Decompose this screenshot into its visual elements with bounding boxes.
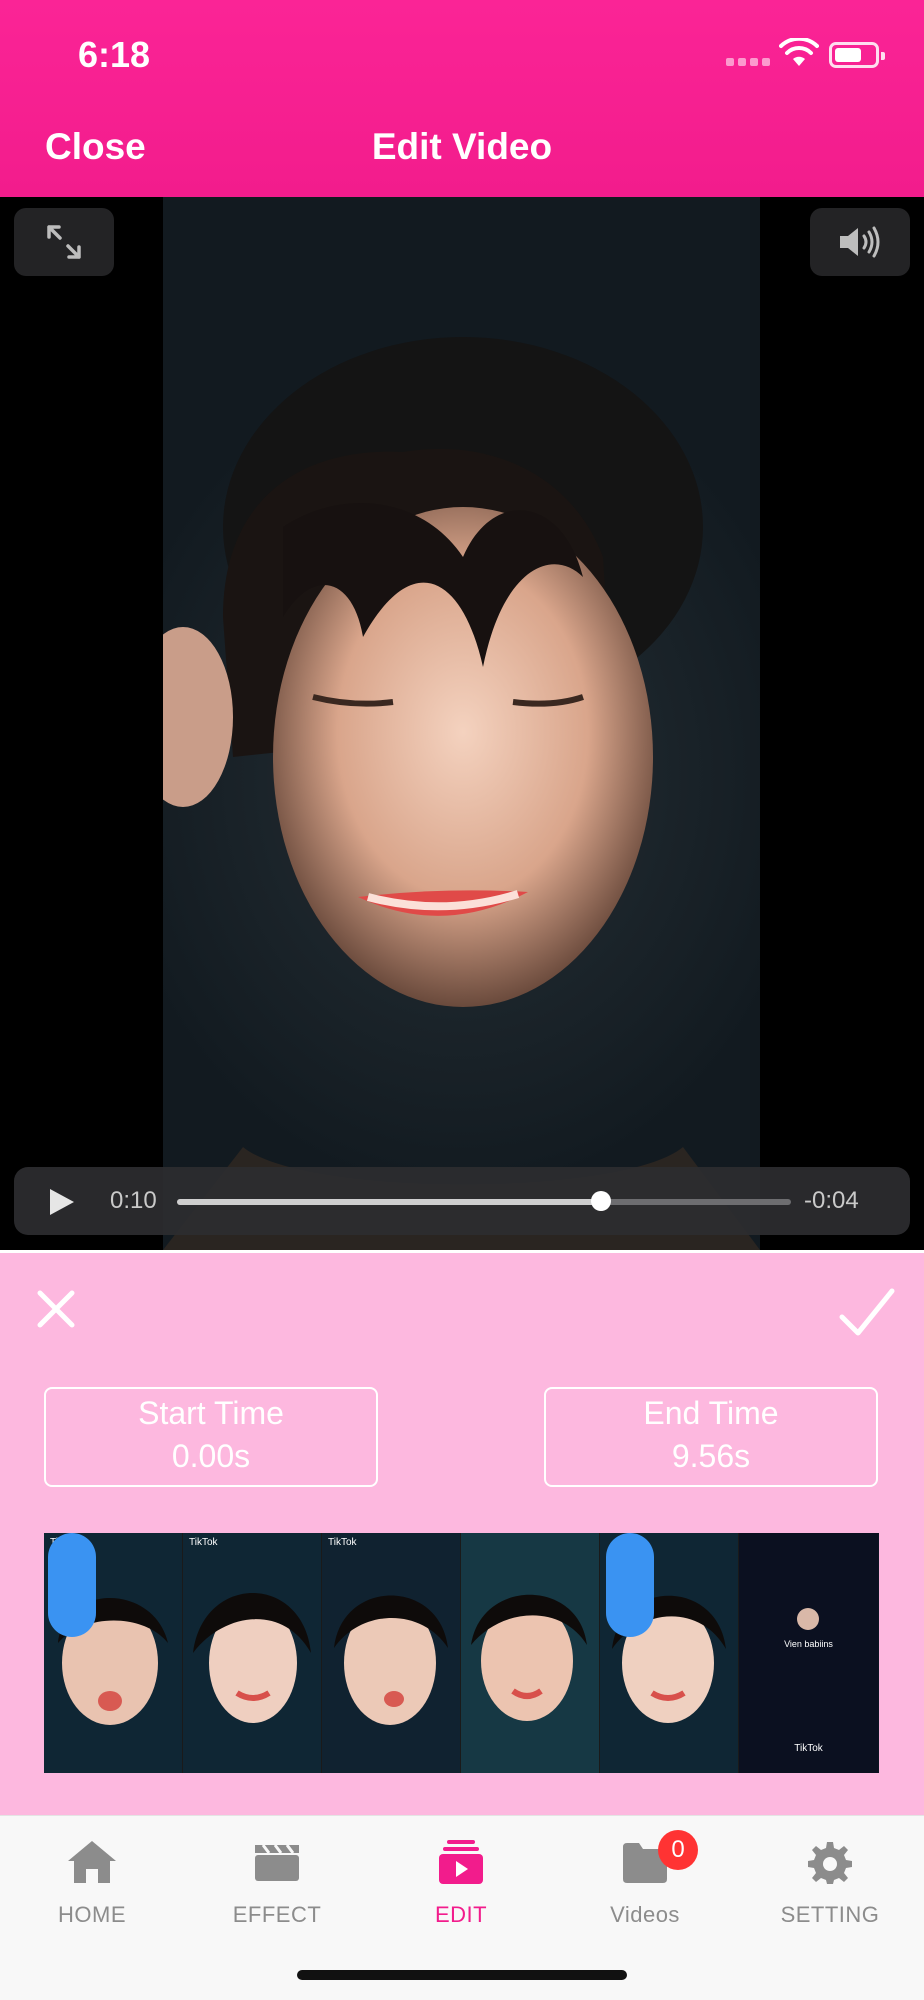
page-title: Edit Video (371, 126, 553, 167)
app-header: 6:18 Close Edit Video (0, 0, 924, 197)
end-time-value: 9.56s (671, 1438, 751, 1474)
seek-bar-knob[interactable] (590, 1191, 611, 1211)
tab-label: EFFECT (232, 1902, 322, 1927)
play-icon[interactable] (48, 1187, 76, 1217)
trim-panel: Start Time 0.00s End Time 9.56s TikTok T… (0, 1250, 924, 1815)
video-frame (163, 197, 760, 1250)
trim-end-handle[interactable] (606, 1533, 654, 1637)
frame-thumbnail-end-card: Vien babiins TikTok (739, 1533, 878, 1773)
thumbnail-tiktok-tag: TikTok (189, 1537, 218, 1548)
tab-videos[interactable]: 0 Videos (570, 1830, 720, 1928)
start-time-field[interactable]: Start Time 0.00s (44, 1387, 378, 1487)
edit-video-icon (439, 1840, 483, 1884)
tab-label: HOME (58, 1902, 126, 1927)
frame-thumbnail: TikTok (322, 1533, 461, 1773)
tab-edit[interactable]: EDIT (386, 1834, 536, 1928)
end-time-label: End Time (643, 1395, 779, 1431)
cancel-icon[interactable] (34, 1287, 78, 1331)
frame-thumbnail (461, 1533, 600, 1773)
home-icon (68, 1841, 116, 1883)
seek-bar[interactable] (177, 1191, 791, 1211)
playback-controls: 0:10 -0:04 (14, 1167, 910, 1235)
start-time-value: 0.00s (171, 1438, 251, 1474)
mute-button[interactable] (810, 208, 910, 276)
end-time-field[interactable]: End Time 9.56s (544, 1387, 878, 1487)
tab-label: SETTING (780, 1902, 880, 1927)
video-preview[interactable]: 0:10 -0:04 (0, 197, 924, 1250)
end-card-logo: TikTok (794, 1743, 823, 1754)
trim-start-handle[interactable] (48, 1533, 96, 1637)
frame-thumbnail: TikTok (183, 1533, 322, 1773)
clapperboard-icon (255, 1844, 299, 1881)
frame-thumbnail-strip[interactable]: TikTok TikTok TikTok Vien babiins TikTok (44, 1533, 879, 1773)
thumbnail-tiktok-tag: TikTok (328, 1537, 357, 1548)
seek-bar-progress (177, 1199, 601, 1205)
tab-label: Videos (610, 1902, 680, 1927)
tab-effect[interactable]: EFFECT (202, 1834, 352, 1928)
videos-count-badge: 0 (658, 1830, 698, 1870)
wifi-icon (779, 38, 819, 66)
status-time: 6:18 (78, 34, 151, 75)
battery-icon (829, 42, 885, 68)
video-frame-image (163, 337, 760, 1250)
tab-home[interactable]: HOME (17, 1834, 167, 1928)
expand-icon (47, 225, 81, 259)
cellular-signal-icon (726, 58, 770, 66)
tab-setting[interactable]: SETTING (755, 1834, 905, 1928)
confirm-check-icon[interactable] (838, 1287, 896, 1337)
tab-label: EDIT (434, 1902, 488, 1927)
speaker-icon (840, 226, 880, 258)
gear-icon (808, 1842, 852, 1884)
end-card-name: Vien babiins (784, 1639, 833, 1649)
current-time: 0:10 (110, 1187, 157, 1214)
fullscreen-button[interactable] (14, 208, 114, 276)
start-time-label: Start Time (138, 1395, 284, 1431)
remaining-time: -0:04 (804, 1187, 859, 1214)
home-indicator (297, 1970, 627, 1980)
